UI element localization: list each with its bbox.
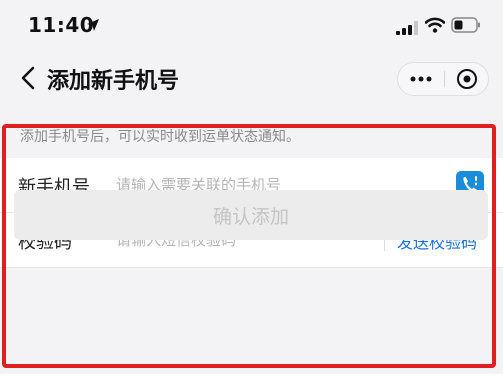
signal-icon xyxy=(396,20,418,39)
more-dots-icon[interactable] xyxy=(398,63,444,95)
location-arrow-icon xyxy=(86,17,100,36)
close-circle-icon[interactable] xyxy=(445,63,489,95)
main-content: 添加手机号后，可以实时收到运单状态通知。 新手机号 校验码 发送校验码 xyxy=(0,114,503,374)
wifi-icon xyxy=(424,17,446,37)
navigation-bar: 添加新手机号 xyxy=(0,52,503,104)
confirm-add-button[interactable]: 确认添加 xyxy=(14,190,488,240)
notice-text: 添加手机号后，可以实时收到运单状态通知。 xyxy=(20,129,300,145)
back-chevron-icon[interactable] xyxy=(20,66,36,94)
battery-icon xyxy=(451,17,481,37)
status-time: 11:40 xyxy=(28,13,95,37)
mini-program-capsule xyxy=(397,62,489,96)
status-bar: 11:40 xyxy=(0,0,503,52)
page-title: 添加新手机号 xyxy=(47,69,180,94)
